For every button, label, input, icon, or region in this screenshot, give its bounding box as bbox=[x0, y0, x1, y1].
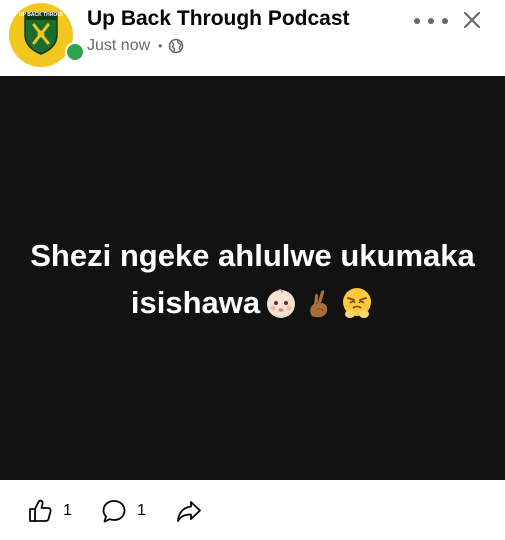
like-button[interactable]: 1 bbox=[27, 498, 72, 524]
crossed-fingers-emoji-icon bbox=[310, 289, 328, 317]
more-dot bbox=[414, 18, 420, 24]
thumbs-up-icon bbox=[29, 499, 52, 522]
post-meta: Just now • bbox=[87, 37, 184, 55]
like-count: 1 bbox=[63, 502, 72, 519]
pleading-face-emoji-icon bbox=[343, 287, 372, 318]
post-image[interactable]: Shezi ngeke ahlulwe ukumaka isishawa bbox=[0, 76, 505, 480]
comment-button[interactable]: 1 bbox=[101, 498, 146, 524]
share-icon bbox=[177, 501, 201, 522]
baby-face-emoji-icon bbox=[267, 288, 296, 318]
post-timestamp[interactable]: Just now bbox=[87, 37, 150, 55]
page-avatar[interactable]: UP BACK THROUGH bbox=[9, 3, 85, 67]
share-button[interactable] bbox=[175, 498, 203, 524]
meta-separator: • bbox=[158, 39, 163, 53]
post-caption: Shezi ngeke ahlulwe ukumaka isishawa bbox=[0, 232, 505, 326]
more-options-icon[interactable] bbox=[414, 14, 448, 28]
online-status-dot bbox=[65, 42, 85, 62]
post-actions: 1 1 bbox=[0, 480, 505, 540]
post-header: UP BACK THROUGH Up Back Through Podcast … bbox=[0, 0, 505, 76]
comment-count: 1 bbox=[137, 502, 146, 519]
caption-line-2: isishawa bbox=[130, 285, 261, 320]
comment-icon bbox=[102, 500, 126, 523]
close-icon[interactable] bbox=[460, 8, 484, 32]
post-card: UP BACK THROUGH Up Back Through Podcast … bbox=[0, 0, 505, 540]
caption-line-1: Shezi ngeke ahlulwe ukumaka bbox=[30, 238, 475, 273]
avatar-logo: UP BACK THROUGH bbox=[9, 3, 73, 67]
globe-icon[interactable] bbox=[168, 38, 184, 54]
more-dot bbox=[428, 18, 434, 24]
caption-line-2-row: isishawa bbox=[0, 279, 505, 326]
avatar-logo-text: UP BACK THROUGH bbox=[19, 12, 63, 18]
page-name-link[interactable]: Up Back Through Podcast bbox=[87, 7, 350, 31]
more-dot bbox=[442, 18, 448, 24]
